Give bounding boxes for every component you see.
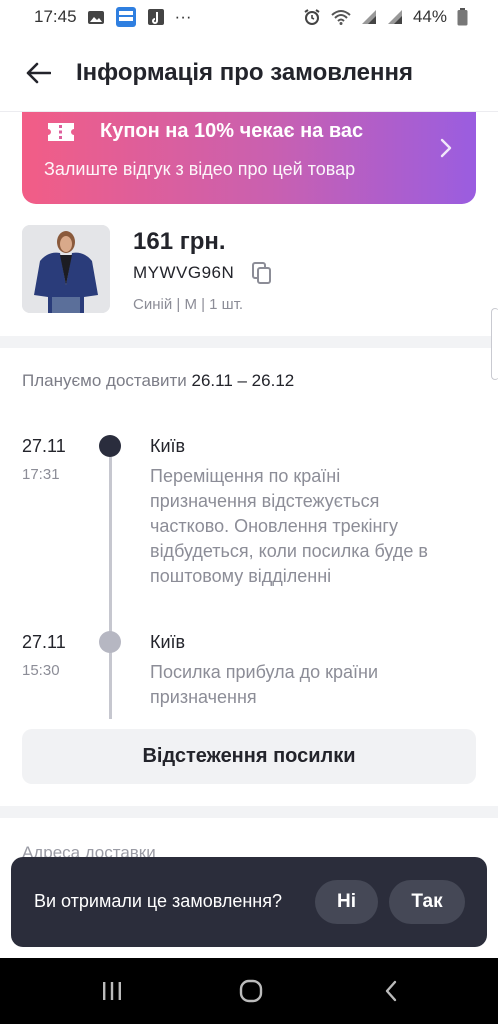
product-thumbnail[interactable] bbox=[22, 225, 110, 313]
scroll-indicator[interactable] bbox=[491, 308, 498, 380]
delivery-label: Плануємо доставити bbox=[22, 371, 187, 390]
home-icon bbox=[239, 979, 263, 1003]
wifi-icon bbox=[331, 9, 351, 25]
ticket-icon bbox=[46, 120, 76, 149]
signal-icon bbox=[387, 9, 403, 25]
event-date: 27.11 bbox=[22, 436, 66, 456]
battery-icon bbox=[457, 8, 468, 26]
system-nav-bar bbox=[0, 958, 498, 1024]
order-id: MYWVG96N bbox=[133, 263, 235, 282]
product-image bbox=[22, 225, 110, 313]
back-nav-button[interactable] bbox=[371, 976, 411, 1006]
arrow-left-icon bbox=[26, 62, 51, 83]
timeline-dot-past bbox=[99, 631, 121, 653]
chevron-right-icon bbox=[440, 138, 452, 163]
music-app-icon bbox=[147, 8, 165, 26]
coupon-subtitle: Залиште відгук з відео про цей товар bbox=[44, 159, 356, 179]
product-price: 161 грн. bbox=[133, 228, 226, 255]
no-button[interactable]: Ні bbox=[315, 880, 378, 924]
wordbit-app-icon bbox=[115, 6, 137, 28]
product-card: 161 грн. MYWVG96N Синій | M | 1 шт. bbox=[22, 222, 476, 318]
battery-percent: 44% bbox=[412, 7, 447, 26]
copy-icon[interactable] bbox=[251, 261, 273, 290]
home-button[interactable] bbox=[231, 976, 271, 1006]
event-city: Київ bbox=[150, 436, 186, 456]
back-button[interactable] bbox=[0, 34, 76, 112]
recent-apps-button[interactable] bbox=[92, 976, 132, 1006]
section-divider bbox=[0, 806, 498, 818]
product-variant: Синій | M | 1 шт. bbox=[133, 296, 244, 313]
status-more-dots: ··· bbox=[174, 7, 192, 26]
event-description: Переміщення по країні призначення відсте… bbox=[150, 466, 428, 586]
status-bar: 17:45 ··· 44% bbox=[0, 0, 498, 34]
event-time: 17:31 bbox=[22, 466, 60, 483]
event-time: 15:30 bbox=[22, 662, 60, 679]
yes-button[interactable]: Так bbox=[389, 880, 465, 924]
recent-apps-icon bbox=[103, 982, 121, 1000]
prompt-question: Ви отримали це замовлення? bbox=[34, 891, 283, 911]
order-received-prompt: Ви отримали це замовлення? Ні Так bbox=[11, 857, 487, 947]
coupon-banner[interactable]: Купон на 10% чекає на вас Залиште відгук… bbox=[22, 112, 476, 204]
status-time: 17:45 bbox=[34, 7, 77, 26]
coupon-title: Купон на 10% чекає на вас bbox=[100, 120, 364, 142]
timeline-dot-active bbox=[99, 435, 121, 457]
page-title: Інформація про замовлення bbox=[76, 58, 413, 86]
gallery-icon bbox=[87, 10, 105, 25]
timeline-line bbox=[109, 457, 112, 719]
section-divider bbox=[0, 336, 498, 348]
signal-icon bbox=[361, 9, 377, 25]
back-icon bbox=[385, 980, 397, 1002]
track-parcel-button[interactable]: Відстеження посилки bbox=[22, 729, 476, 784]
event-city: Київ bbox=[150, 632, 186, 652]
event-description: Посилка прибула до країни призначення bbox=[150, 662, 379, 707]
delivery-estimate: Плануємо доставити 26.11 – 26.12 bbox=[22, 371, 294, 391]
event-date: 27.11 bbox=[22, 632, 66, 652]
app-header: Інформація про замовлення bbox=[0, 34, 498, 112]
alarm-icon bbox=[303, 8, 321, 26]
delivery-dates: 26.11 – 26.12 bbox=[191, 371, 295, 390]
